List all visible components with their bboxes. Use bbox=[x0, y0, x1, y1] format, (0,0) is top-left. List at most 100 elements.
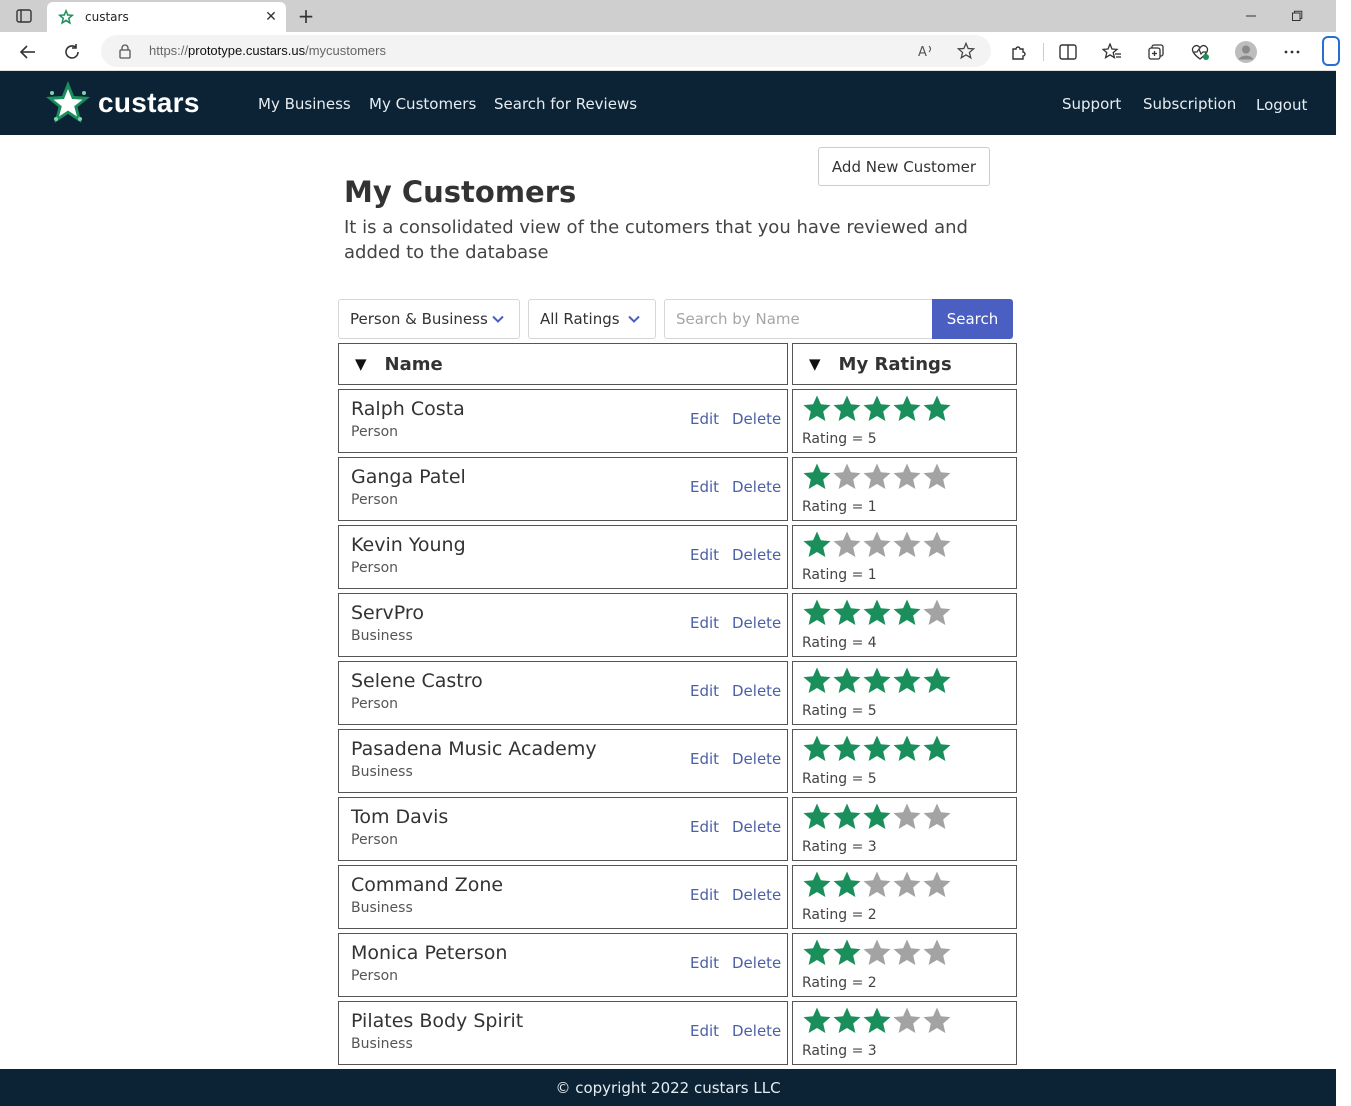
site-logo[interactable]: custars bbox=[44, 79, 200, 127]
rating-text: Rating = 5 bbox=[802, 703, 877, 719]
customer-name: Tom Davis bbox=[351, 806, 449, 828]
browser-essentials-icon[interactable] bbox=[1188, 40, 1212, 64]
edit-link[interactable]: Edit bbox=[690, 954, 719, 972]
customer-name: ServPro bbox=[351, 602, 424, 624]
edit-link[interactable]: Edit bbox=[690, 410, 719, 428]
sort-triangle-icon[interactable]: ▼ bbox=[809, 355, 821, 373]
name-header-label: Name bbox=[384, 353, 443, 375]
favorite-star-icon[interactable] bbox=[956, 41, 976, 61]
browser-toolbar: https://prototype.custars.us/mycustomers… bbox=[0, 32, 1336, 71]
delete-link[interactable]: Delete bbox=[732, 750, 781, 768]
more-icon[interactable] bbox=[1280, 40, 1304, 64]
edit-link[interactable]: Edit bbox=[690, 1022, 719, 1040]
sidebar-toggle-icon[interactable] bbox=[1322, 36, 1340, 66]
customer-name-cell: Ganga Patel Person Edit Delete bbox=[338, 457, 788, 521]
search-button[interactable]: Search bbox=[932, 299, 1013, 339]
delete-link[interactable]: Delete bbox=[732, 682, 781, 700]
browser-tab[interactable]: custars ✕ bbox=[47, 2, 286, 32]
star-icon bbox=[803, 735, 831, 761]
svg-text:A: A bbox=[918, 45, 927, 60]
star-icon bbox=[923, 871, 951, 897]
search-by-name-input[interactable] bbox=[664, 299, 933, 339]
star-icon bbox=[833, 463, 861, 489]
type-filter-select[interactable]: Person & Business bbox=[338, 299, 520, 339]
delete-link[interactable]: Delete bbox=[732, 1022, 781, 1040]
star-icon bbox=[803, 599, 831, 625]
customer-rating-cell: Rating = 3 bbox=[792, 797, 1017, 861]
customer-name: Monica Peterson bbox=[351, 942, 508, 964]
delete-link[interactable]: Delete bbox=[732, 818, 781, 836]
customer-name-cell: ServPro Business Edit Delete bbox=[338, 593, 788, 657]
nav-support[interactable]: Support bbox=[1062, 95, 1121, 113]
nav-search-for-reviews[interactable]: Search for Reviews bbox=[494, 95, 637, 113]
star-icon bbox=[863, 803, 891, 829]
edit-link[interactable]: Edit bbox=[690, 818, 719, 836]
nav-logout[interactable]: Logout bbox=[1256, 96, 1307, 114]
restore-icon[interactable] bbox=[1282, 4, 1312, 28]
name-column-header[interactable]: ▼ Name bbox=[338, 343, 788, 385]
customer-name: Selene Castro bbox=[351, 670, 483, 692]
star-icon bbox=[833, 939, 861, 965]
customer-name-cell: Command Zone Business Edit Delete bbox=[338, 865, 788, 929]
new-tab-icon[interactable]: + bbox=[294, 4, 318, 28]
site-footer: © copyright 2022 custars LLC bbox=[0, 1069, 1336, 1106]
url-text[interactable]: https://prototype.custars.us/mycustomers bbox=[149, 43, 386, 58]
read-aloud-icon[interactable]: A bbox=[916, 41, 936, 61]
favorites-icon[interactable] bbox=[1100, 40, 1124, 64]
close-tab-icon[interactable]: ✕ bbox=[260, 6, 282, 28]
address-bar[interactable]: https://prototype.custars.us/mycustomers… bbox=[101, 35, 991, 67]
customer-rating-cell: Rating = 2 bbox=[792, 933, 1017, 997]
add-new-customer-button[interactable]: Add New Customer bbox=[818, 147, 990, 186]
customer-name-cell: Monica Peterson Person Edit Delete bbox=[338, 933, 788, 997]
nav-my-customers[interactable]: My Customers bbox=[369, 95, 476, 113]
star-icon bbox=[893, 871, 921, 897]
customer-type: Business bbox=[351, 628, 413, 644]
edit-link[interactable]: Edit bbox=[690, 614, 719, 632]
edit-link[interactable]: Edit bbox=[690, 478, 719, 496]
delete-link[interactable]: Delete bbox=[732, 614, 781, 632]
rating-filter-select[interactable]: All Ratings bbox=[528, 299, 656, 339]
edit-link[interactable]: Edit bbox=[690, 682, 719, 700]
star-rating bbox=[802, 734, 952, 766]
refresh-icon[interactable] bbox=[59, 39, 85, 65]
star-icon bbox=[863, 599, 891, 625]
nav-my-business[interactable]: My Business bbox=[258, 95, 351, 113]
lock-icon[interactable] bbox=[117, 43, 133, 59]
back-icon[interactable] bbox=[15, 39, 41, 65]
customer-rating-cell: Rating = 2 bbox=[792, 865, 1017, 929]
sort-triangle-icon[interactable]: ▼ bbox=[355, 355, 367, 373]
edit-link[interactable]: Edit bbox=[690, 750, 719, 768]
customer-name-cell: Selene Castro Person Edit Delete bbox=[338, 661, 788, 725]
rating-text: Rating = 3 bbox=[802, 839, 877, 855]
nav-subscription[interactable]: Subscription bbox=[1143, 95, 1236, 113]
extensions-icon[interactable] bbox=[1007, 40, 1031, 64]
edit-link[interactable]: Edit bbox=[690, 546, 719, 564]
minimize-icon[interactable] bbox=[1236, 4, 1266, 28]
rating-text: Rating = 1 bbox=[802, 499, 877, 515]
collections-icon[interactable] bbox=[1144, 40, 1168, 64]
edit-link[interactable]: Edit bbox=[690, 886, 719, 904]
star-rating bbox=[802, 666, 952, 698]
star-icon bbox=[863, 667, 891, 693]
copyright-text: © copyright 2022 custars LLC bbox=[555, 1078, 781, 1097]
customer-type: Person bbox=[351, 832, 399, 848]
tab-actions-icon[interactable] bbox=[8, 6, 40, 26]
customer-name-cell: Pasadena Music Academy Business Edit Del… bbox=[338, 729, 788, 793]
star-icon bbox=[923, 463, 951, 489]
delete-link[interactable]: Delete bbox=[732, 886, 781, 904]
star-icon bbox=[803, 667, 831, 693]
split-screen-icon[interactable] bbox=[1056, 40, 1080, 64]
ratings-column-header[interactable]: ▼ My Ratings bbox=[792, 343, 1017, 385]
type-filter-value: Person & Business bbox=[350, 310, 488, 328]
delete-link[interactable]: Delete bbox=[732, 954, 781, 972]
delete-link[interactable]: Delete bbox=[732, 478, 781, 496]
star-icon bbox=[863, 735, 891, 761]
customer-rating-cell: Rating = 5 bbox=[792, 729, 1017, 793]
star-icon bbox=[893, 531, 921, 557]
delete-link[interactable]: Delete bbox=[732, 546, 781, 564]
window-edge bbox=[1336, 0, 1351, 1106]
star-icon bbox=[923, 939, 951, 965]
profile-icon[interactable] bbox=[1234, 40, 1258, 64]
star-icon bbox=[833, 531, 861, 557]
delete-link[interactable]: Delete bbox=[732, 410, 781, 428]
